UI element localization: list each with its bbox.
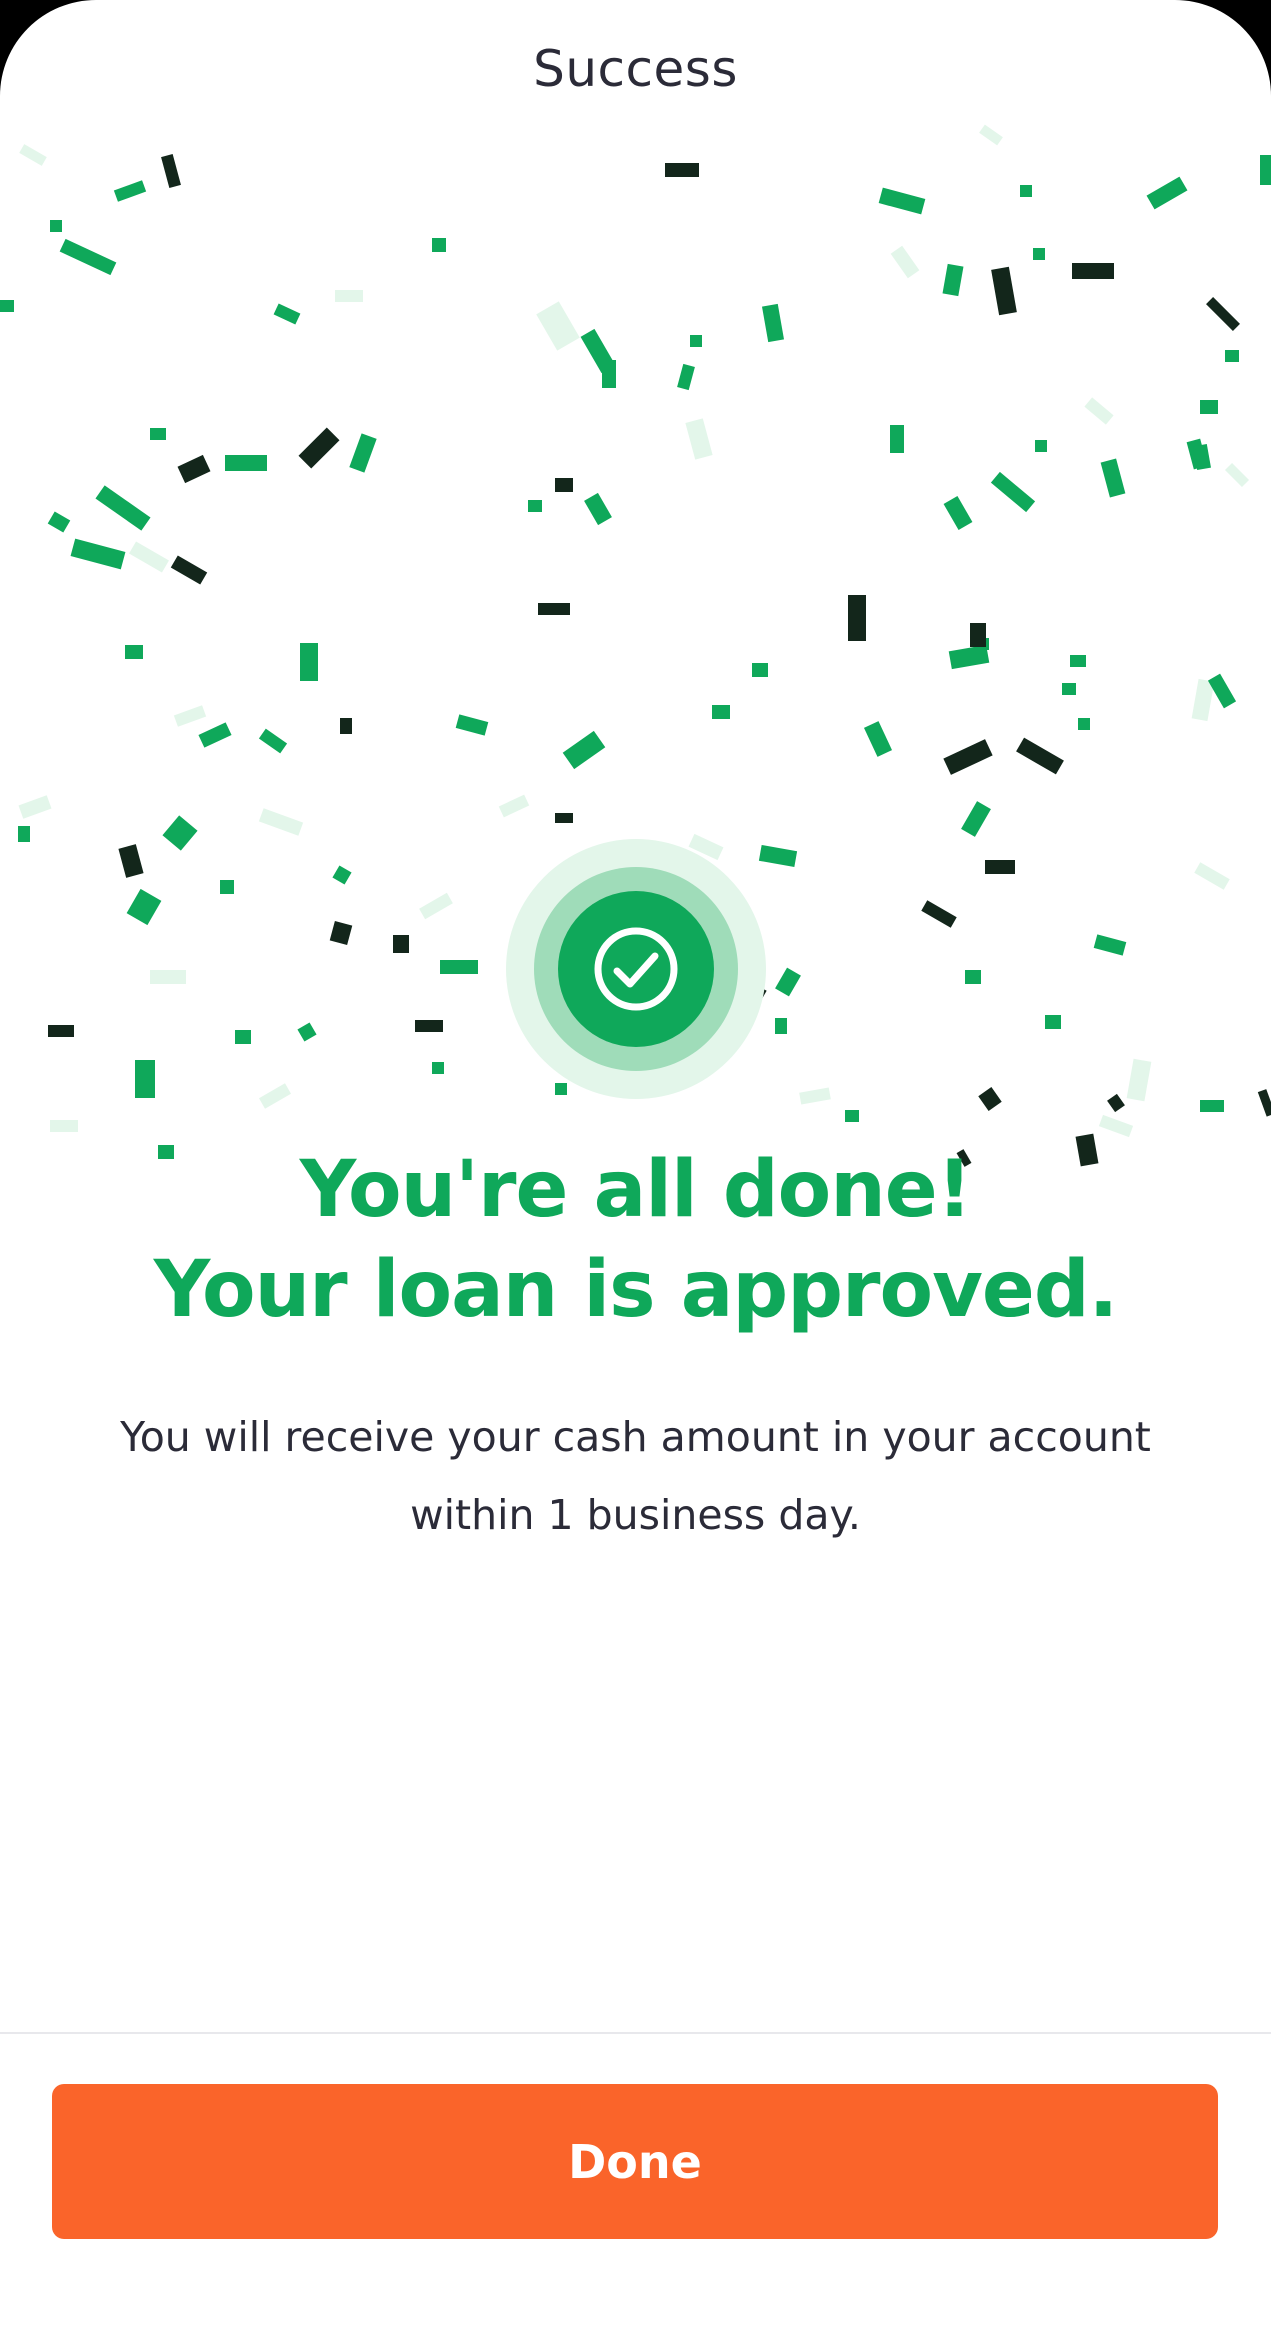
success-check-badge [506, 839, 766, 1099]
success-headline: You're all done! Your loan is approved. [0, 1140, 1271, 1340]
footer-divider [0, 2032, 1271, 2034]
check-circle-icon [506, 839, 766, 1099]
success-screen: Success You're all done! Your loan is ap… [0, 0, 1271, 2334]
headline-line-1: You're all done! [299, 1145, 973, 1235]
done-button[interactable]: Done [52, 2084, 1218, 2239]
success-description: You will receive your cash amount in you… [120, 1413, 1151, 1539]
headline-line-2: Your loan is approved. [153, 1245, 1119, 1335]
